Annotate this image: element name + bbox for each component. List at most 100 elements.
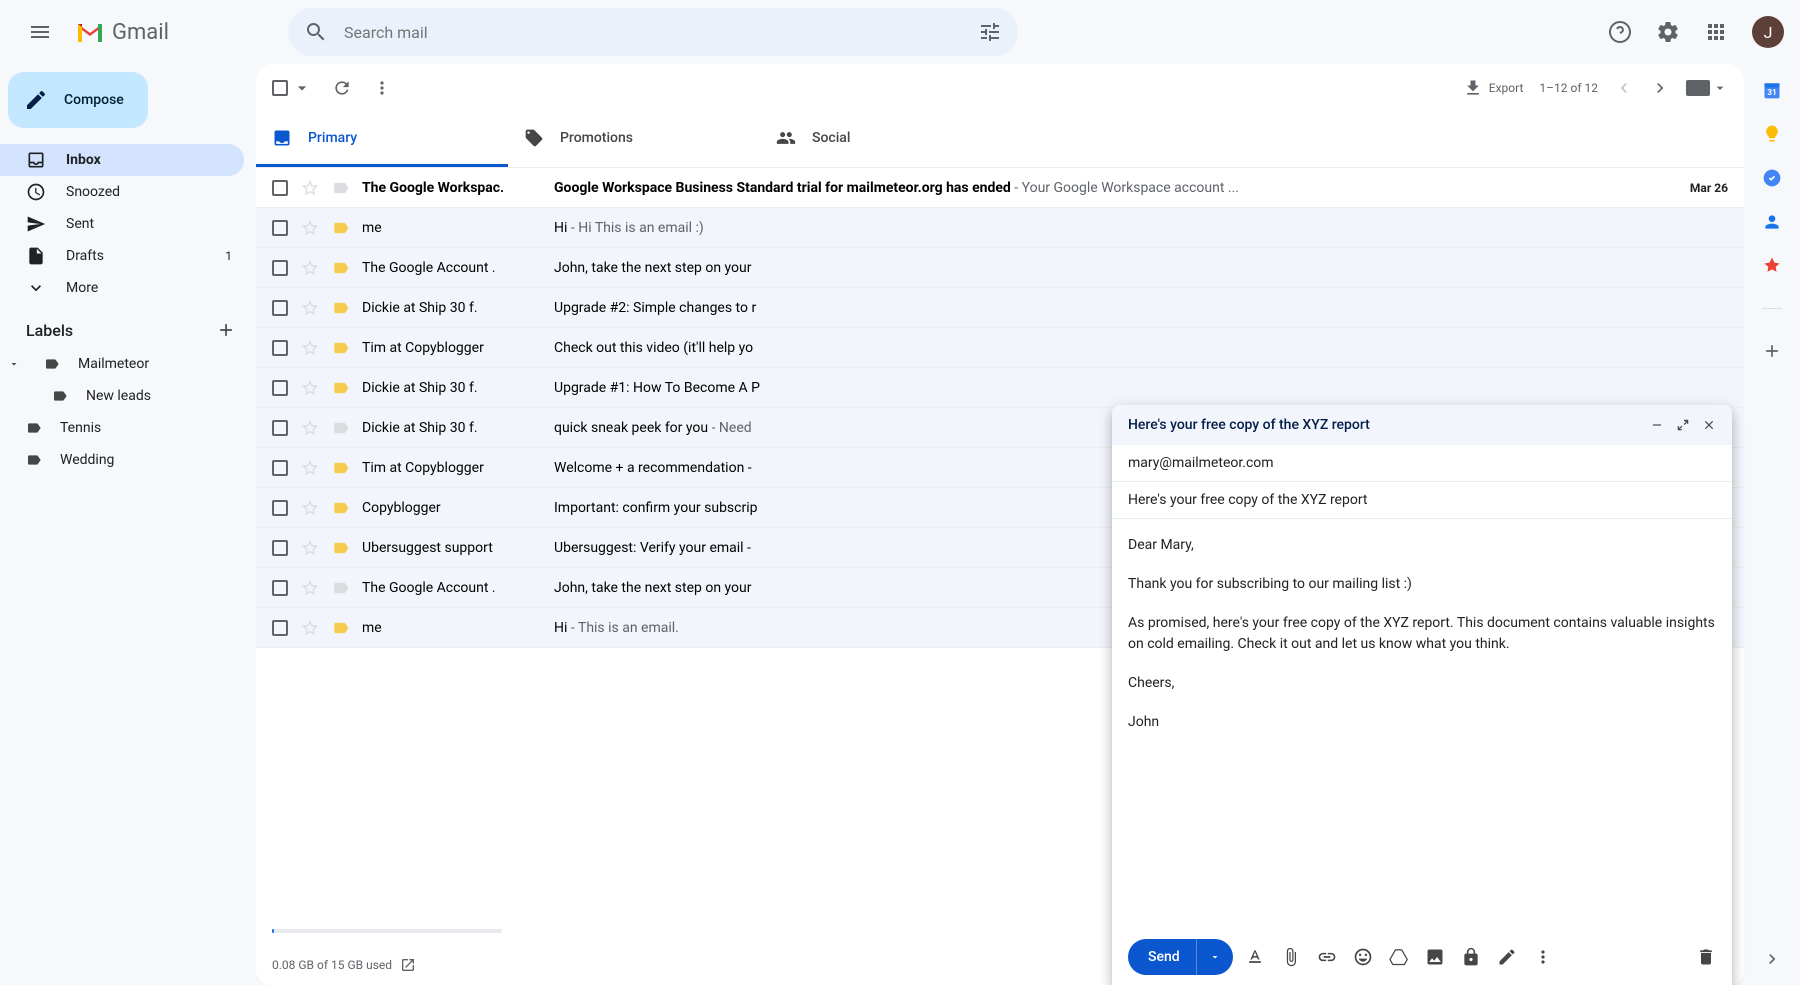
- row-checkbox[interactable]: [272, 540, 288, 556]
- important-marker-icon[interactable]: [332, 459, 350, 477]
- tune-icon[interactable]: [978, 20, 1002, 44]
- star-icon[interactable]: [300, 618, 320, 638]
- sidebar-item-drafts[interactable]: Drafts1: [0, 240, 244, 272]
- open-in-new-icon[interactable]: [400, 957, 416, 973]
- important-marker-icon[interactable]: [332, 339, 350, 357]
- expand-icon[interactable]: [1676, 418, 1690, 432]
- refresh-icon[interactable]: [332, 78, 352, 98]
- email-row[interactable]: The Google Account . John, take the next…: [256, 248, 1744, 288]
- image-icon[interactable]: [1425, 947, 1445, 967]
- star-icon[interactable]: [300, 218, 320, 238]
- input-tools-button[interactable]: [1686, 80, 1728, 96]
- important-marker-icon[interactable]: [332, 379, 350, 397]
- important-marker-icon[interactable]: [332, 419, 350, 437]
- compose-body[interactable]: Dear Mary, Thank you for subscribing to …: [1112, 519, 1732, 929]
- label-item-mailmeteor[interactable]: Mailmeteor: [0, 348, 244, 380]
- row-checkbox[interactable]: [272, 460, 288, 476]
- row-checkbox[interactable]: [272, 220, 288, 236]
- export-button[interactable]: Export: [1463, 78, 1524, 98]
- star-icon[interactable]: [300, 178, 320, 198]
- email-row[interactable]: Dickie at Ship 30 f. Upgrade #1: How To …: [256, 368, 1744, 408]
- row-checkbox[interactable]: [272, 180, 288, 196]
- tab-primary[interactable]: Primary: [256, 112, 508, 167]
- discard-draft-icon[interactable]: [1696, 947, 1716, 967]
- row-checkbox[interactable]: [272, 260, 288, 276]
- row-checkbox[interactable]: [272, 500, 288, 516]
- important-marker-icon[interactable]: [332, 539, 350, 557]
- label-item-wedding[interactable]: Wedding: [0, 444, 244, 476]
- email-row[interactable]: The Google Workspac. Google Workspace Bu…: [256, 168, 1744, 208]
- star-icon[interactable]: [300, 458, 320, 478]
- minimize-icon[interactable]: [1650, 418, 1664, 432]
- email-row[interactable]: Dickie at Ship 30 f. Upgrade #2: Simple …: [256, 288, 1744, 328]
- pen-icon[interactable]: [1497, 947, 1517, 967]
- link-icon[interactable]: [1317, 947, 1337, 967]
- select-all-checkbox[interactable]: [272, 80, 288, 96]
- star-icon[interactable]: [300, 298, 320, 318]
- row-checkbox[interactable]: [272, 420, 288, 436]
- logo-area[interactable]: Gmail: [76, 20, 276, 45]
- star-icon[interactable]: [300, 378, 320, 398]
- email-row[interactable]: me Hi - Hi This is an email :): [256, 208, 1744, 248]
- important-marker-icon[interactable]: [332, 499, 350, 517]
- row-checkbox[interactable]: [272, 300, 288, 316]
- label-item-tennis[interactable]: Tennis: [0, 412, 244, 444]
- keep-icon[interactable]: [1762, 124, 1782, 144]
- add-addon-icon[interactable]: [1762, 341, 1782, 361]
- send-button[interactable]: Send: [1128, 939, 1233, 975]
- calendar-icon[interactable]: 31: [1762, 80, 1782, 100]
- more-vert-icon[interactable]: [1533, 947, 1553, 967]
- tab-social[interactable]: Social: [760, 112, 1012, 167]
- star-icon[interactable]: [300, 538, 320, 558]
- send-options-arrow[interactable]: [1196, 939, 1233, 975]
- collapse-panel-icon[interactable]: [1762, 949, 1782, 969]
- sidebar-item-inbox[interactable]: Inbox: [0, 144, 244, 176]
- row-checkbox[interactable]: [272, 620, 288, 636]
- text-format-icon[interactable]: [1245, 947, 1265, 967]
- main-menu-button[interactable]: [16, 8, 64, 56]
- star-icon[interactable]: [300, 418, 320, 438]
- attach-file-icon[interactable]: [1281, 947, 1301, 967]
- apps-button[interactable]: [1696, 12, 1736, 52]
- label-item-new-leads[interactable]: New leads: [0, 380, 244, 412]
- drive-icon[interactable]: [1389, 947, 1409, 967]
- help-button[interactable]: [1600, 12, 1640, 52]
- compose-header[interactable]: Here's your free copy of the XYZ report: [1112, 405, 1732, 445]
- important-marker-icon[interactable]: [332, 579, 350, 597]
- add-label-icon[interactable]: [216, 320, 236, 340]
- important-marker-icon[interactable]: [332, 179, 350, 197]
- next-page-icon[interactable]: [1650, 78, 1670, 98]
- compose-to-field[interactable]: mary@mailmeteor.com: [1112, 445, 1732, 482]
- tab-promotions[interactable]: Promotions: [508, 112, 760, 167]
- sidebar-item-snoozed[interactable]: Snoozed: [0, 176, 244, 208]
- compose-button[interactable]: Compose: [8, 72, 148, 128]
- emoji-icon[interactable]: [1353, 947, 1373, 967]
- lock-icon[interactable]: [1461, 947, 1481, 967]
- sidebar-item-sent[interactable]: Sent: [0, 208, 244, 240]
- important-marker-icon[interactable]: [332, 619, 350, 637]
- important-marker-icon[interactable]: [332, 259, 350, 277]
- compose-subject-field[interactable]: Here's your free copy of the XYZ report: [1112, 482, 1732, 519]
- addon-icon[interactable]: [1762, 256, 1782, 276]
- row-checkbox[interactable]: [272, 380, 288, 396]
- row-checkbox[interactable]: [272, 340, 288, 356]
- important-marker-icon[interactable]: [332, 219, 350, 237]
- star-icon[interactable]: [300, 578, 320, 598]
- dropdown-arrow-icon[interactable]: [292, 78, 312, 98]
- more-vert-icon[interactable]: [372, 78, 392, 98]
- search-input[interactable]: [344, 23, 962, 42]
- email-row[interactable]: Tim at Copyblogger Check out this video …: [256, 328, 1744, 368]
- prev-page-icon[interactable]: [1614, 78, 1634, 98]
- row-checkbox[interactable]: [272, 580, 288, 596]
- tasks-icon[interactable]: [1762, 168, 1782, 188]
- search-bar[interactable]: [288, 8, 1018, 56]
- contacts-icon[interactable]: [1762, 212, 1782, 232]
- settings-button[interactable]: [1648, 12, 1688, 52]
- account-avatar[interactable]: J: [1752, 16, 1784, 48]
- star-icon[interactable]: [300, 338, 320, 358]
- important-marker-icon[interactable]: [332, 299, 350, 317]
- sidebar-item-more[interactable]: More: [0, 272, 244, 304]
- star-icon[interactable]: [300, 498, 320, 518]
- star-icon[interactable]: [300, 258, 320, 278]
- close-icon[interactable]: [1702, 418, 1716, 432]
